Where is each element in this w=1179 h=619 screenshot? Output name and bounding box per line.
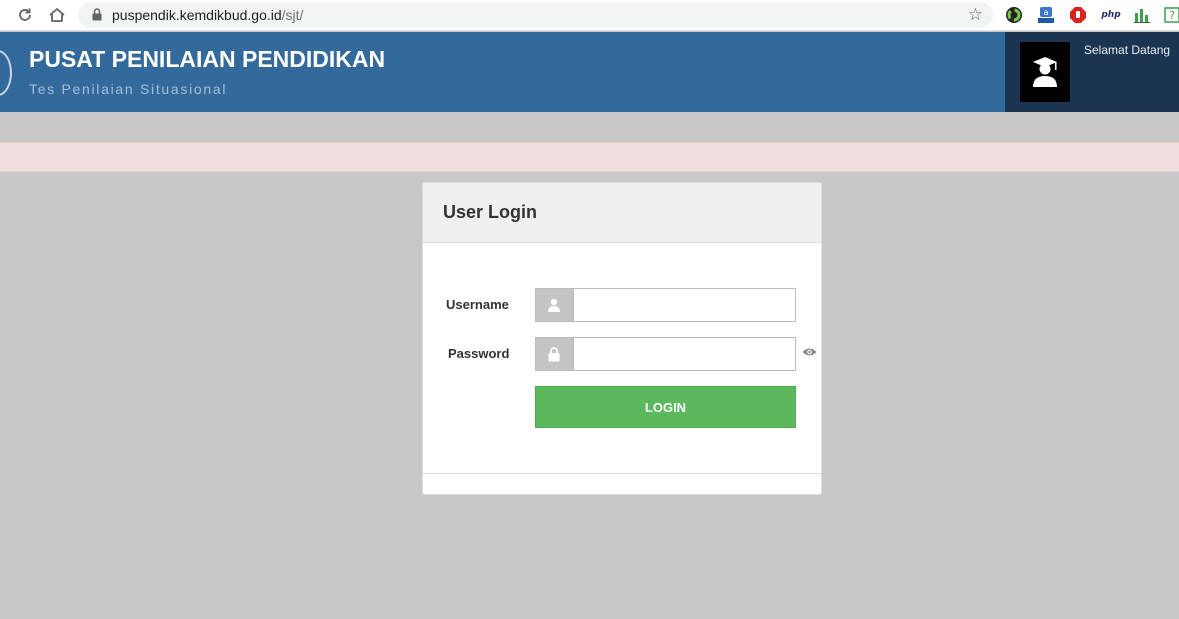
login-panel: User Login Username Password LOGIN <box>422 182 822 495</box>
translate-icon[interactable]: a <box>1036 5 1056 25</box>
username-input[interactable] <box>573 288 796 322</box>
login-button[interactable]: LOGIN <box>535 386 796 428</box>
password-input[interactable] <box>573 337 796 371</box>
browser-toolbar: puspendik.kemdikbud.go.id/sjt/ ☆ a php ? <box>0 0 1179 31</box>
bookmark-star-icon[interactable]: ☆ <box>968 5 983 25</box>
url-text: puspendik.kemdikbud.go.id/sjt/ <box>112 7 304 23</box>
help-icon[interactable]: ? <box>1162 5 1179 25</box>
username-label: Username <box>446 297 509 312</box>
user-icon <box>535 288 573 322</box>
chart-icon[interactable] <box>1132 5 1152 25</box>
logo <box>0 50 12 96</box>
site-subtitle: Tes Penilaian Situasional <box>29 81 228 97</box>
alert-bar <box>0 142 1179 172</box>
home-icon[interactable] <box>46 4 68 26</box>
panel-footer <box>423 473 821 495</box>
site-header: PUSAT PENILAIAN PENDIDIKAN Tes Penilaian… <box>0 32 1179 112</box>
reload-icon[interactable] <box>14 4 36 26</box>
avatar <box>1020 42 1070 102</box>
welcome-text: Selamat Datang <box>1084 43 1171 57</box>
color-wheel-icon[interactable] <box>1004 5 1024 25</box>
password-label: Password <box>448 346 510 361</box>
panel-title: User Login <box>443 202 538 222</box>
show-password-icon[interactable] <box>801 346 817 358</box>
svg-text:a: a <box>1044 8 1049 17</box>
adblock-icon[interactable] <box>1068 5 1088 25</box>
svg-text:?: ? <box>1169 9 1175 22</box>
user-panel: Selamat Datang <box>1005 32 1179 112</box>
site-title: PUSAT PENILAIAN PENDIDIKAN <box>29 46 386 72</box>
address-bar[interactable]: puspendik.kemdikbud.go.id/sjt/ ☆ <box>78 2 993 28</box>
graduate-icon <box>1033 57 1057 87</box>
panel-heading: User Login <box>423 183 821 243</box>
lock-icon <box>535 337 573 371</box>
php-icon[interactable]: php <box>1100 5 1122 25</box>
lock-icon <box>92 8 102 26</box>
